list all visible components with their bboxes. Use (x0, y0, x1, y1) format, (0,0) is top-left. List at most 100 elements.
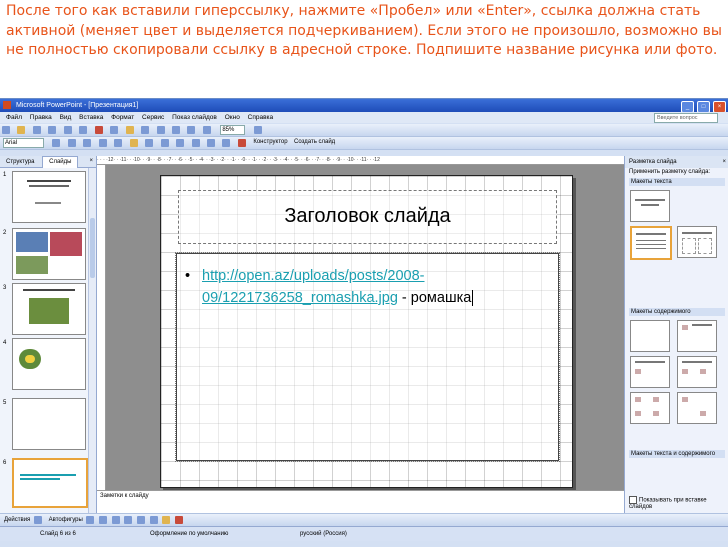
copy-icon[interactable] (110, 126, 119, 134)
menu-format[interactable]: Формат (111, 114, 134, 121)
show-on-insert-checkbox[interactable] (629, 496, 637, 504)
font-select[interactable]: Arial (3, 138, 44, 148)
preview-icon[interactable] (63, 126, 72, 134)
rectangle-icon[interactable] (111, 516, 120, 524)
slide-title: Заголовок слайда (284, 205, 451, 227)
help-icon[interactable] (253, 126, 262, 134)
window-title: Microsoft PowerPoint - [Презентация1] (15, 102, 139, 109)
align-left-icon[interactable] (129, 139, 138, 147)
slide-thumbnail-1[interactable] (12, 171, 86, 223)
new-icon[interactable] (2, 126, 10, 134)
apply-layout-label: Применить разметку слайда: (629, 169, 711, 175)
decrease-font-icon[interactable] (222, 139, 231, 147)
slide-thumbnail-2[interactable] (12, 228, 86, 280)
italic-icon[interactable] (83, 139, 92, 147)
print-icon[interactable] (48, 126, 57, 134)
paste-icon[interactable] (125, 126, 134, 134)
open-icon[interactable] (17, 126, 26, 134)
wordart-icon[interactable] (149, 516, 158, 524)
close-task-pane-icon[interactable]: × (722, 156, 726, 168)
link-caption: - ромашка (397, 290, 472, 306)
new-slide-button[interactable]: Создать слайд (294, 137, 335, 148)
numbering-icon[interactable] (176, 139, 185, 147)
notes-pane[interactable]: Заметки к слайду (97, 490, 624, 513)
slide-number: 3 (3, 285, 7, 291)
title-placeholder[interactable]: Заголовок слайда (178, 190, 557, 244)
select-arrow-icon[interactable] (33, 516, 42, 524)
section-text-layouts: Макеты текста (629, 178, 725, 186)
line-icon[interactable] (86, 516, 95, 524)
layout-four-content[interactable] (630, 392, 670, 424)
slide-thumbnail-4[interactable] (12, 338, 86, 390)
underline-icon[interactable] (98, 139, 107, 147)
menu-tools[interactable]: Сервис (142, 114, 164, 121)
layout-content-variant[interactable] (677, 392, 717, 424)
text-layouts-grid (625, 188, 728, 306)
undo-icon[interactable] (141, 126, 150, 134)
pane-tabs: Структура Слайды × (0, 156, 96, 168)
redo-icon[interactable] (156, 126, 165, 134)
menu-help[interactable]: Справка (248, 114, 274, 121)
textbox-icon[interactable] (137, 516, 146, 524)
tab-slides[interactable]: Слайды (42, 156, 79, 168)
status-language: русский (Россия) (300, 531, 347, 537)
zoom-select[interactable]: 85% (220, 125, 246, 135)
slide-thumbnail-5[interactable] (12, 398, 86, 450)
slide-editor: · · · ·12· · ·11· · ·10· · ·9· · ·8· · ·… (97, 156, 624, 513)
slide-thumbnails: 1 2 3 4 5 6 (0, 168, 88, 513)
bold-icon[interactable] (67, 139, 76, 147)
font-color-icon[interactable] (237, 139, 246, 147)
layout-two-columns[interactable] (677, 226, 717, 258)
tab-outline[interactable]: Структура (0, 157, 40, 168)
font-size-icon[interactable] (52, 139, 61, 147)
menu-window[interactable]: Окно (225, 114, 240, 121)
save-icon[interactable] (32, 126, 41, 134)
slide-thumbnail-6[interactable] (12, 458, 88, 508)
slide-number: 2 (3, 230, 7, 236)
slide-number: 1 (3, 172, 7, 178)
autoshapes-menu[interactable]: Автофигуры (49, 517, 83, 523)
vertical-ruler (97, 165, 106, 490)
layout-title-only[interactable] (630, 190, 670, 222)
chart-icon[interactable] (202, 126, 211, 134)
designer-button[interactable]: Конструктор (253, 137, 287, 148)
hyperlink-icon[interactable] (171, 126, 180, 134)
show-on-insert-option[interactable]: Показывать при вставке слайдов (629, 496, 728, 510)
drawing-toolbar: Действия Автофигуры (0, 513, 728, 526)
menu-file[interactable]: Файл (6, 114, 22, 121)
layout-content[interactable] (677, 320, 717, 352)
layout-blank[interactable] (630, 320, 670, 352)
layout-two-content[interactable] (677, 356, 717, 388)
align-center-icon[interactable] (145, 139, 154, 147)
oval-icon[interactable] (124, 516, 133, 524)
layout-title-text[interactable] (630, 226, 672, 260)
task-pane-title[interactable]: Разметка слайда (629, 159, 677, 165)
table-icon[interactable] (187, 126, 196, 134)
arrow-icon[interactable] (99, 516, 108, 524)
menu-edit[interactable]: Правка (30, 114, 52, 121)
fill-color-icon[interactable] (162, 516, 171, 524)
increase-font-icon[interactable] (206, 139, 215, 147)
content-placeholder[interactable]: • http://open.az/uploads/posts/2008-09/1… (175, 252, 560, 462)
align-right-icon[interactable] (160, 139, 169, 147)
actions-menu[interactable]: Действия (4, 517, 30, 523)
menu-insert[interactable]: Вставка (79, 114, 103, 121)
hyperlink[interactable]: http://open.az/uploads/posts/2008-09/122… (202, 268, 425, 306)
formatting-toolbar: Arial Конструктор Создать слайд (0, 137, 728, 150)
title-bar: Microsoft PowerPoint - [Презентация1] _ … (0, 99, 728, 113)
menu-view[interactable]: Вид (60, 114, 72, 121)
help-search-input[interactable]: Введите вопрос (654, 113, 718, 123)
menu-slideshow[interactable]: Показ слайдов (172, 114, 217, 121)
horizontal-ruler: · · · ·12· · ·11· · ·10· · ·9· · ·8· · ·… (97, 156, 624, 165)
cut-icon[interactable] (94, 126, 103, 134)
powerpoint-icon (3, 101, 11, 109)
close-pane-icon[interactable]: × (89, 156, 93, 167)
font-color-draw-icon[interactable] (175, 516, 184, 524)
shadow-icon[interactable] (114, 139, 123, 147)
instruction-caption: После того как вставили гиперссылку, наж… (6, 3, 722, 58)
slide-thumbnail-3[interactable] (12, 283, 86, 335)
thumbnails-scrollbar[interactable] (88, 168, 96, 513)
layout-title-content[interactable] (630, 356, 670, 388)
spelling-icon[interactable] (79, 126, 88, 134)
bullets-icon[interactable] (191, 139, 200, 147)
